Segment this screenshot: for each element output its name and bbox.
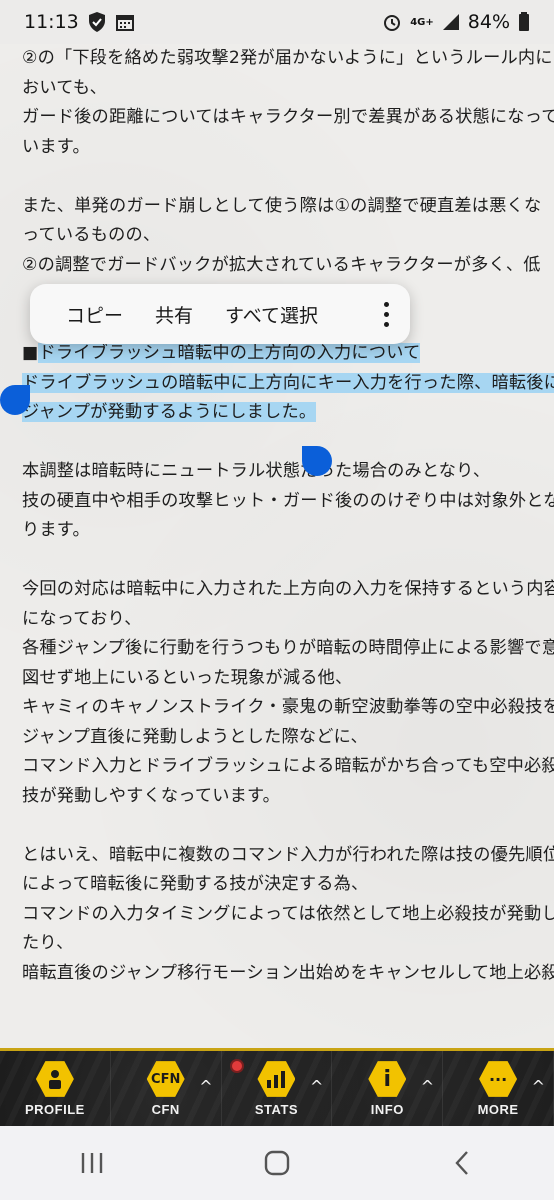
cfn-icon: CFN [146,1061,185,1097]
nav-cfn[interactable]: CFN CFN ^ [111,1051,222,1126]
status-left: 11:13 [24,11,135,33]
selected-text: ドライブラッシュの暗転中に上方向にキー入力を行った際、暗転後に [22,372,554,393]
text-line: おいても、 [22,77,108,98]
text-line: たり、 [22,933,74,953]
text-line: コマンドの入力タイミングによっては依然として地上必殺技が発動し [22,903,554,924]
nav-label: MORE [477,1102,519,1117]
share-menu-item[interactable]: 共有 [139,301,209,328]
selection-start-handle[interactable] [0,385,30,415]
nav-label: STATS [254,1102,299,1117]
text-line: また、単発のガード崩しとして使う際は①の調整で硬直差は悪くな [22,195,542,216]
text-line: ②の「下段を絡めた弱攻撃2発が届かないように」というルール内に [22,48,553,68]
text-line: ります。 [22,520,90,540]
home-button[interactable] [247,1143,307,1183]
text-line: っているものの、 [22,225,161,245]
nav-label: CFN [151,1102,180,1117]
selected-line: ドライブラッシュの暗転中に上方向にキー入力を行った際、暗転後に [22,369,554,399]
text-line: 各種ジャンプ後に行動を行うつもりが暗転の時間停止による影響で意 [22,638,554,658]
text-line: になっており、 [22,608,142,629]
nav-label: PROFILE [24,1102,85,1117]
stats-icon [257,1061,296,1097]
selected-text: ドライブラッシュ暗転中の上方向の入力について [38,343,421,363]
battery-level: 84% [467,11,510,33]
selection-end-handle[interactable] [302,446,332,476]
back-button[interactable] [432,1143,492,1183]
copy-menu-item[interactable]: コピー [50,301,139,328]
selected-line: ジャンプが発動するようにしました。 [22,398,534,428]
text-line: 今回の対応は暗転中に入力された上方向の入力を保持するという内容 [22,579,554,599]
nav-more[interactable]: ··· MORE ^ [443,1051,554,1126]
more-options-icon[interactable] [362,284,410,344]
battery-icon [518,12,530,32]
text-line: ガード後の距離についてはキャラクター別で差異がある状態になって [22,107,554,127]
alarm-icon [382,12,402,32]
text-line: 技が発動しやすくなっています。 [22,785,281,806]
article-body: ②の「下段を絡めた弱攻撃2発が届かないように」というルール内に おいても、 ガー… [22,44,554,988]
recent-apps-button[interactable] [62,1143,122,1183]
nav-profile[interactable]: PROFILE [0,1051,111,1126]
more-icon: ··· [479,1061,518,1097]
text-selection-menu: コピー 共有 すべて選択 [30,284,410,344]
bottom-navigation: PROFILE CFN CFN ^ STATS ^ i INFO ^ ··· M… [0,1048,554,1126]
selected-text: ジャンプが発動するようにしました。 [22,402,317,422]
signal-icon [442,13,460,31]
shield-check-icon [87,11,107,33]
chevron-up-icon: ^ [531,1077,545,1096]
chevron-up-icon: ^ [309,1077,324,1096]
select-all-menu-item[interactable]: すべて選択 [209,301,334,328]
system-navigation-bar [0,1126,554,1200]
status-bar: 11:13 4G+ 84% [0,0,554,44]
text-line: 技の硬直中や相手の攻撃ヒット・ガード後ののけぞり中は対象外とな [22,490,554,511]
notification-dot-icon [232,1061,242,1071]
text-line: ②の調整でガードバックが拡大されているキャラクターが多く、低 [22,254,541,275]
nav-label: INFO [370,1102,404,1117]
text-line: 暗転直後のジャンプ移行モーション出始めをキャンセルして地上必殺 [22,962,554,983]
chevron-up-icon: ^ [199,1077,213,1096]
text-line: コマンド入力とドライブラッシュによる暗転がかち合っても空中必殺 [22,756,554,776]
network-type: 4G+ [410,16,434,28]
text-line: 図せず地上にいるといった現象が減る他、 [22,667,353,688]
text-line: とはいえ、暗転中に複数のコマンド入力が行われた際は技の優先順位 [22,844,554,865]
text-line: によって暗転後に発動する技が決定する為、 [22,874,369,894]
bullet-mark: ■ [22,343,39,363]
text-line: 本調整は暗転時にニュートラル状態だった場合のみとなり、 [22,461,491,481]
status-right: 4G+ 84% [382,11,530,33]
nav-info[interactable]: i INFO ^ [332,1051,444,1126]
clock: 11:13 [24,11,79,33]
chevron-up-icon: ^ [420,1077,435,1096]
text-line: ジャンプ直後に発動しようとした際などに、 [22,726,368,747]
text-line: います。 [22,136,90,157]
text-line: キャミィのキャノンストライク・豪鬼の斬空波動拳等の空中必殺技を [22,697,554,717]
article-content[interactable]: ②の「下段を絡めた弱攻撃2発が届かないように」というルール内に おいても、 ガー… [0,44,554,1048]
info-icon: i [368,1061,407,1097]
profile-icon [35,1061,74,1097]
calendar-icon [115,12,135,32]
